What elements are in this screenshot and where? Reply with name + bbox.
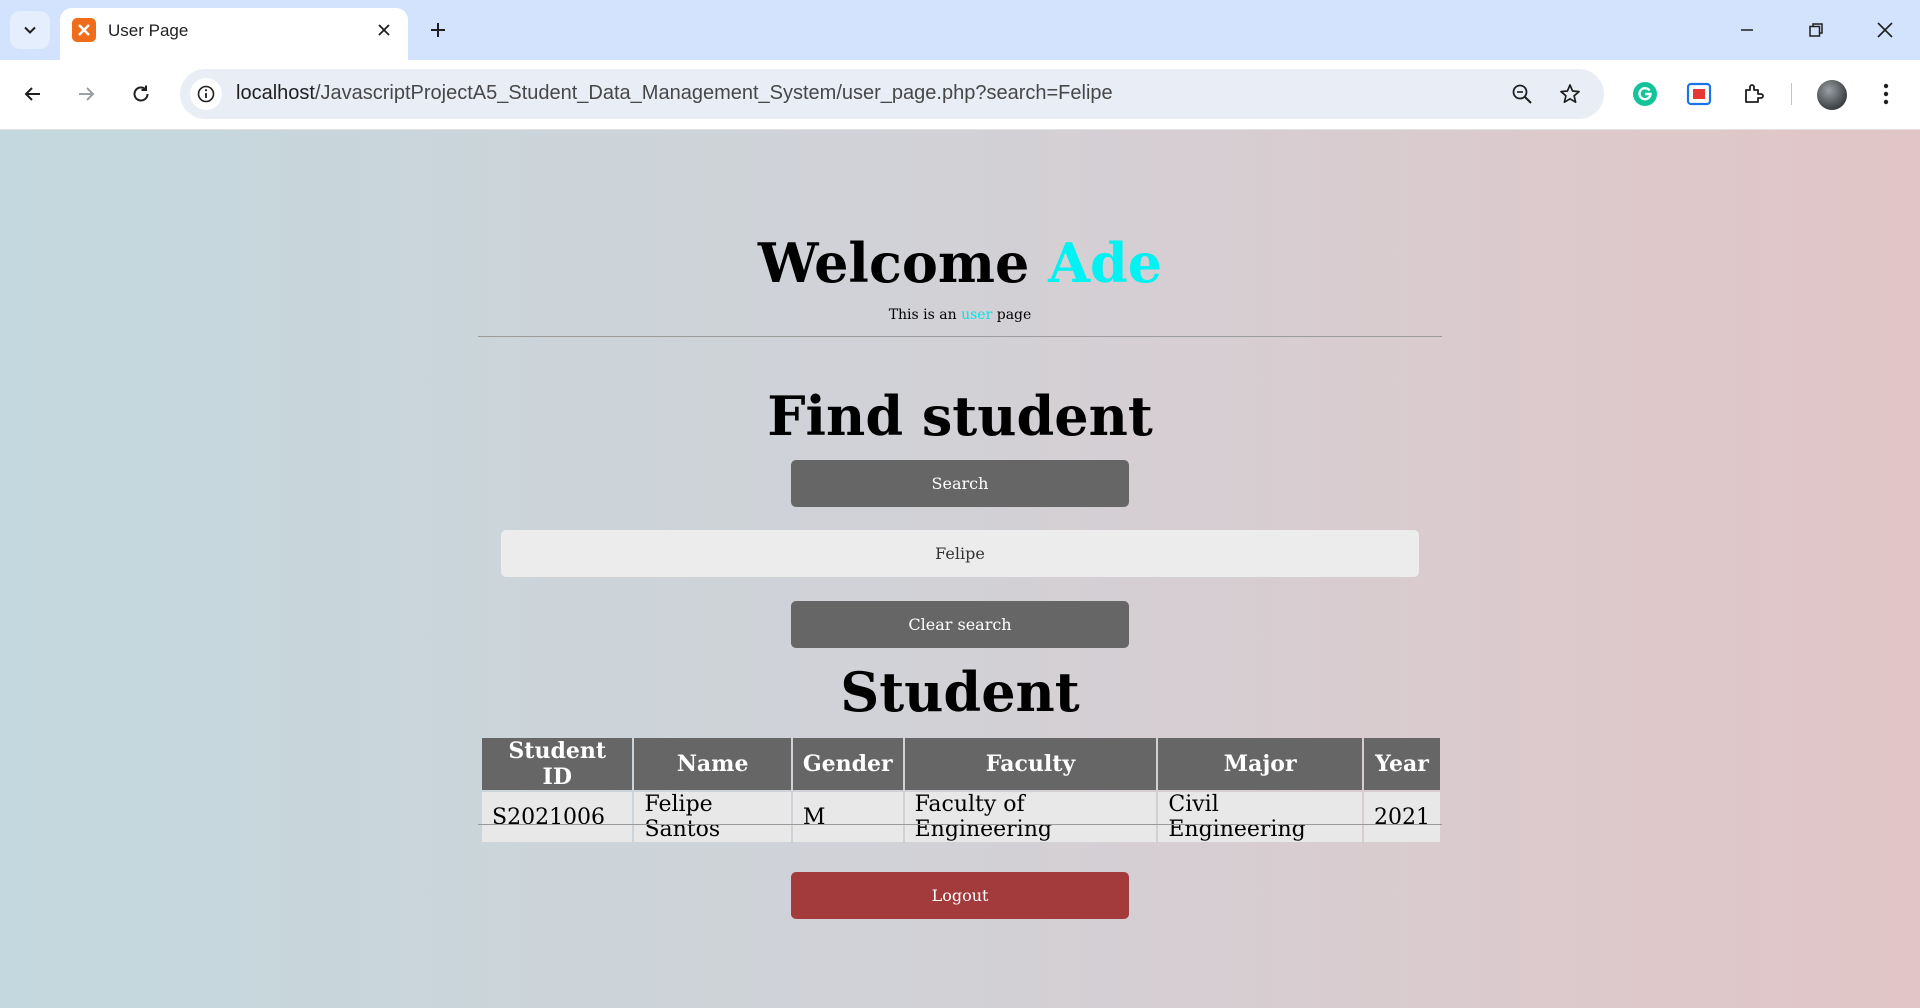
table-row: S2021006 Felipe Santos M Faculty of Engi… xyxy=(482,792,1440,842)
search-button[interactable]: Search xyxy=(791,460,1129,507)
divider-bottom xyxy=(478,824,1442,825)
welcome-prefix: Welcome xyxy=(757,231,1030,295)
cell-student-id: S2021006 xyxy=(482,792,633,842)
divider-top xyxy=(478,336,1442,337)
cell-year: 2021 xyxy=(1363,792,1440,842)
subtitle-prefix: This is an xyxy=(888,307,957,323)
column-header-year: Year xyxy=(1363,738,1440,790)
minimize-icon[interactable] xyxy=(1724,10,1770,50)
restore-icon[interactable] xyxy=(1793,10,1839,50)
address-bar[interactable]: localhost/JavascriptProjectA5_Student_Da… xyxy=(180,69,1604,119)
column-header-student-id: Student ID xyxy=(482,738,633,790)
cell-gender: M xyxy=(792,792,903,842)
cell-name: Felipe Santos xyxy=(634,792,791,842)
close-window-icon[interactable] xyxy=(1862,10,1908,50)
chevron-down-icon xyxy=(24,26,36,34)
profile-avatar[interactable] xyxy=(1817,80,1847,110)
extensions-puzzle-icon[interactable] xyxy=(1734,74,1774,114)
zoom-icon[interactable] xyxy=(1506,78,1538,110)
browser-tab[interactable]: User Page xyxy=(60,8,408,60)
content-container: Welcome Ade This is an user page Find st… xyxy=(478,130,1442,1008)
new-tab-plus-icon[interactable] xyxy=(424,12,452,48)
cell-major: Civil Engineering xyxy=(1158,792,1362,842)
url-path: /JavascriptProjectA5_Student_Data_Manage… xyxy=(314,82,1113,104)
more-menu-icon[interactable] xyxy=(1866,74,1906,114)
student-heading: Student xyxy=(840,660,1080,724)
bookmark-star-icon[interactable] xyxy=(1554,78,1586,110)
column-header-faculty: Faculty xyxy=(904,738,1157,790)
cell-faculty: Faculty of Engineering xyxy=(904,792,1157,842)
grammarly-extension-icon[interactable] xyxy=(1625,74,1665,114)
close-tab-icon[interactable] xyxy=(372,18,396,42)
subtitle-suffix: page xyxy=(996,307,1032,323)
logout-button[interactable]: Logout xyxy=(791,872,1129,919)
reload-icon[interactable] xyxy=(121,74,161,114)
forward-arrow-icon[interactable] xyxy=(66,74,106,114)
page-body: Welcome Ade This is an user page Find st… xyxy=(0,130,1920,1008)
tab-search-button[interactable] xyxy=(10,11,50,49)
back-arrow-icon[interactable] xyxy=(13,74,53,114)
column-header-gender: Gender xyxy=(792,738,903,790)
welcome-heading: Welcome Ade xyxy=(478,231,1442,295)
address-url[interactable]: localhost/JavascriptProjectA5_Student_Da… xyxy=(236,82,1113,105)
user-role: user xyxy=(961,307,993,323)
search-input[interactable] xyxy=(501,530,1419,577)
column-header-name: Name xyxy=(634,738,791,790)
find-student-heading: Find student xyxy=(767,384,1153,448)
browser-toolbar: localhost/JavascriptProjectA5_Student_Da… xyxy=(0,60,1920,130)
table-header-row: Student ID Name Gender Faculty Major Yea… xyxy=(482,738,1440,790)
screen-capture-extension-icon[interactable] xyxy=(1679,74,1719,114)
url-host: localhost xyxy=(236,82,315,104)
toolbar-separator xyxy=(1791,83,1792,105)
username: Ade xyxy=(1048,231,1163,295)
browser-tab-strip: User Page xyxy=(0,0,1920,60)
tab-title: User Page xyxy=(108,21,189,40)
xampp-favicon-icon xyxy=(72,18,96,42)
column-header-major: Major xyxy=(1158,738,1362,790)
site-info-icon[interactable] xyxy=(190,78,222,110)
page-subtitle: This is an user page xyxy=(478,307,1442,323)
clear-search-button[interactable]: Clear search xyxy=(791,601,1129,648)
student-table: Student ID Name Gender Faculty Major Yea… xyxy=(480,736,1442,844)
